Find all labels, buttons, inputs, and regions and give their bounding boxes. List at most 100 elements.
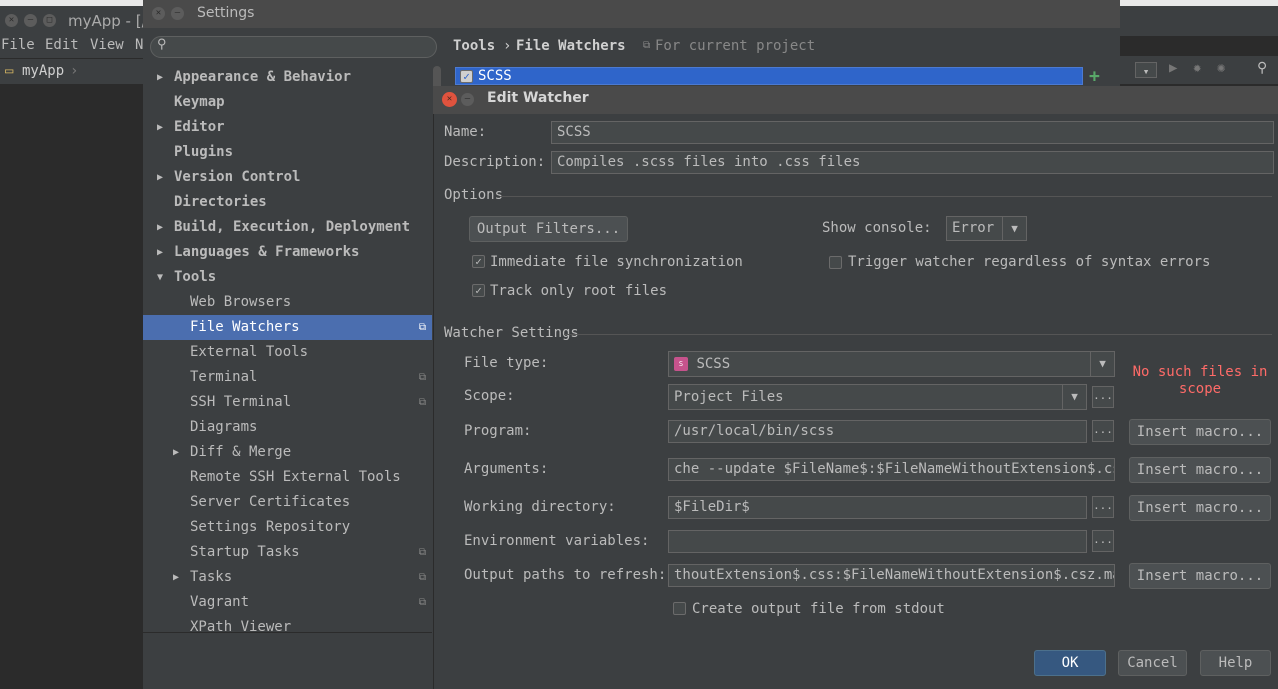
tree-item-vagrant[interactable]: Vagrant ⧉ xyxy=(143,590,432,615)
create-output-checkbox[interactable] xyxy=(673,602,686,615)
show-console-select[interactable]: Error ▼ xyxy=(946,216,1027,241)
collapsed-arrow-icon[interactable]: ▶ xyxy=(157,115,163,140)
arguments-input[interactable]: che --update $FileName$:$FileNameWithout… xyxy=(668,458,1115,481)
watcher-settings-separator xyxy=(564,334,1272,335)
options-separator xyxy=(500,196,1272,197)
collapsed-arrow-icon[interactable]: ▶ xyxy=(157,215,163,240)
add-watcher-icon[interactable]: + xyxy=(1089,66,1100,87)
app-close-icon[interactable]: ✕ xyxy=(5,14,18,27)
menu-edit[interactable]: Edit xyxy=(45,37,79,53)
edit-watcher-title: Edit Watcher xyxy=(487,90,589,106)
track-root-checkbox[interactable]: ✓ xyxy=(472,284,485,297)
trigger-watcher-label: Trigger watcher regardless of syntax err… xyxy=(848,254,1211,270)
folder-icon: ▭ xyxy=(5,63,14,79)
arguments-insert-macro-button[interactable]: Insert macro... xyxy=(1129,457,1271,483)
environment-variables-browse-button[interactable]: ... xyxy=(1092,530,1114,552)
ok-button[interactable]: OK xyxy=(1034,650,1106,676)
description-input[interactable]: Compiles .scss files into .css files xyxy=(551,151,1274,174)
watcher-list-row[interactable]: ✓ SCSS xyxy=(455,67,1083,85)
program-browse-button[interactable]: ... xyxy=(1092,420,1114,442)
tree-item-server-certificates[interactable]: Server Certificates xyxy=(143,490,432,515)
project-scope-icon: ⧉ xyxy=(418,397,426,408)
tree-item-startup-tasks[interactable]: Startup Tasks ⧉ xyxy=(143,540,432,565)
tree-item-tools[interactable]: ▼ Tools xyxy=(143,265,432,290)
tree-item-diagrams[interactable]: Diagrams xyxy=(143,415,432,440)
search-icon: ⚲ xyxy=(157,37,167,52)
show-console-label: Show console: xyxy=(822,220,932,236)
app-maximize-icon[interactable]: □ xyxy=(43,14,56,27)
tree-item-version-control[interactable]: ▶ Version Control xyxy=(143,165,432,190)
tree-item-appearance-behavior[interactable]: ▶ Appearance & Behavior xyxy=(143,65,432,90)
project-scope-icon: ⧉ xyxy=(643,40,651,51)
tree-item-label: External Tools xyxy=(190,344,309,360)
immediate-sync-checkbox[interactable]: ✓ xyxy=(472,255,485,268)
chevron-down-icon: ▼ xyxy=(1090,352,1114,376)
expanded-arrow-icon[interactable]: ▼ xyxy=(157,265,163,290)
working-directory-insert-macro-button[interactable]: Insert macro... xyxy=(1129,495,1271,521)
output-paths-insert-macro-button[interactable]: Insert macro... xyxy=(1129,563,1271,589)
coverage-icon[interactable]: ✺ xyxy=(1217,60,1225,76)
cancel-button[interactable]: Cancel xyxy=(1118,650,1187,676)
working-directory-browse-button[interactable]: ... xyxy=(1092,496,1114,518)
trigger-watcher-checkbox[interactable] xyxy=(829,256,842,269)
debug-icon[interactable]: ✹ xyxy=(1193,60,1201,76)
tree-item-languages-frameworks[interactable]: ▶ Languages & Frameworks xyxy=(143,240,432,265)
tree-item-xpath-viewer[interactable]: XPath Viewer xyxy=(143,615,432,640)
app-title: myApp - [/ xyxy=(68,12,147,30)
tree-item-external-tools[interactable]: External Tools xyxy=(143,340,432,365)
working-directory-label: Working directory: xyxy=(464,499,616,515)
tree-item-keymap[interactable]: Keymap xyxy=(143,90,432,115)
tree-item-terminal[interactable]: Terminal ⧉ xyxy=(143,365,432,390)
watcher-row-label: SCSS xyxy=(478,68,512,84)
output-filters-button[interactable]: Output Filters... xyxy=(469,216,628,242)
help-button[interactable]: Help xyxy=(1200,650,1271,676)
program-insert-macro-button[interactable]: Insert macro... xyxy=(1129,419,1271,445)
name-input[interactable]: SCSS xyxy=(551,121,1274,144)
collapsed-arrow-icon[interactable]: ▶ xyxy=(173,440,179,465)
collapsed-arrow-icon[interactable]: ▶ xyxy=(157,240,163,265)
working-directory-input[interactable]: $FileDir$ xyxy=(668,496,1087,519)
scope-select[interactable]: Project Files ▼ xyxy=(668,384,1087,410)
run-config-dropdown-icon[interactable]: ▾ xyxy=(1135,62,1157,78)
tree-item-tasks[interactable]: ▶ Tasks ⧉ xyxy=(143,565,432,590)
tree-item-label: Appearance & Behavior xyxy=(174,69,352,85)
settings-search-input[interactable]: ⚲ xyxy=(150,36,437,58)
chevron-down-icon: ▼ xyxy=(1002,217,1026,240)
project-crumb[interactable]: myApp xyxy=(22,63,64,79)
collapsed-arrow-icon[interactable]: ▶ xyxy=(157,165,163,190)
menu-file[interactable]: File xyxy=(1,37,35,53)
file-type-select[interactable]: S SCSS ▼ xyxy=(668,351,1115,377)
project-scope-icon: ⧉ xyxy=(418,322,426,333)
search-everywhere-icon[interactable]: ⚲ xyxy=(1257,60,1267,76)
settings-close-icon[interactable]: ✕ xyxy=(152,7,165,20)
watcher-enabled-checkbox[interactable]: ✓ xyxy=(460,70,473,83)
tree-item-build-execution-deployment[interactable]: ▶ Build, Execution, Deployment xyxy=(143,215,432,240)
tree-item-label: Terminal xyxy=(190,369,258,385)
no-files-message: No such files in scope xyxy=(1132,364,1268,397)
run-icon[interactable]: ▶ xyxy=(1169,60,1177,76)
tree-item-label: Keymap xyxy=(174,94,225,110)
track-root-label: Track only root files xyxy=(490,283,668,299)
tree-item-settings-repository[interactable]: Settings Repository xyxy=(143,515,432,540)
tree-item-directories[interactable]: Directories xyxy=(143,190,432,215)
tree-item-ssh-terminal[interactable]: SSH Terminal ⧉ xyxy=(143,390,432,415)
tree-item-web-browsers[interactable]: Web Browsers xyxy=(143,290,432,315)
scope-browse-button[interactable]: ... xyxy=(1092,386,1114,408)
settings-minimize-icon[interactable]: – xyxy=(171,7,184,20)
tree-item-label: XPath Viewer xyxy=(190,619,292,635)
collapsed-arrow-icon[interactable]: ▶ xyxy=(173,565,179,590)
description-label: Description: xyxy=(444,154,546,170)
tree-item-plugins[interactable]: Plugins xyxy=(143,140,432,165)
edit-minimize-icon[interactable]: – xyxy=(461,93,474,106)
tree-item-diff-merge[interactable]: ▶ Diff & Merge xyxy=(143,440,432,465)
tree-item-file-watchers[interactable]: File Watchers ⧉ xyxy=(143,315,432,340)
output-paths-input[interactable]: thoutExtension$.css:$FileNameWithoutExte… xyxy=(668,564,1115,587)
tree-item-remote-ssh-external-tools[interactable]: Remote SSH External Tools xyxy=(143,465,432,490)
program-input[interactable]: /usr/local/bin/scss xyxy=(668,420,1087,443)
app-minimize-icon[interactable]: – xyxy=(24,14,37,27)
edit-close-icon[interactable]: ✕ xyxy=(442,92,457,107)
environment-variables-input[interactable] xyxy=(668,530,1087,553)
menu-view[interactable]: View xyxy=(90,37,124,53)
tree-item-editor[interactable]: ▶ Editor xyxy=(143,115,432,140)
collapsed-arrow-icon[interactable]: ▶ xyxy=(157,65,163,90)
